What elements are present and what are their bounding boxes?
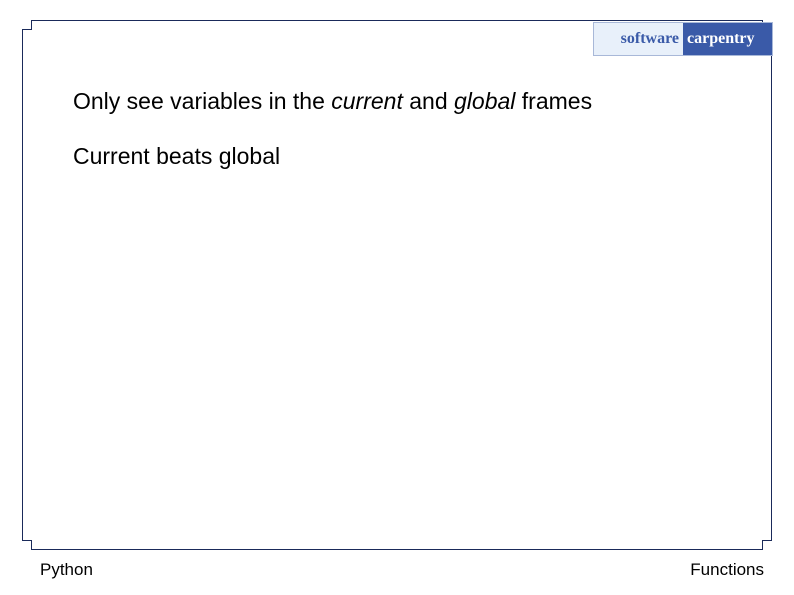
software-carpentry-logo: software carpentry [593, 22, 773, 56]
footer-right-label: Functions [690, 560, 764, 580]
text-fragment: frames [515, 88, 592, 114]
logo-word-software: software [621, 30, 679, 48]
footer-left-label: Python [40, 560, 93, 580]
slide-frame: software carpentry Only see variables in… [22, 20, 772, 550]
corner-notch [762, 540, 772, 550]
body-line-1: Only see variables in the current and gl… [73, 87, 721, 116]
logo-left-half: software [594, 23, 683, 55]
italic-current: current [331, 88, 403, 114]
text-fragment: and [403, 88, 454, 114]
corner-notch [22, 540, 32, 550]
logo-word-carpentry: carpentry [687, 30, 755, 48]
logo-right-half: carpentry [683, 23, 772, 55]
corner-notch [22, 20, 32, 30]
italic-global: global [454, 88, 515, 114]
body-line-2: Current beats global [73, 142, 721, 171]
text-fragment: Only see variables in the [73, 88, 331, 114]
